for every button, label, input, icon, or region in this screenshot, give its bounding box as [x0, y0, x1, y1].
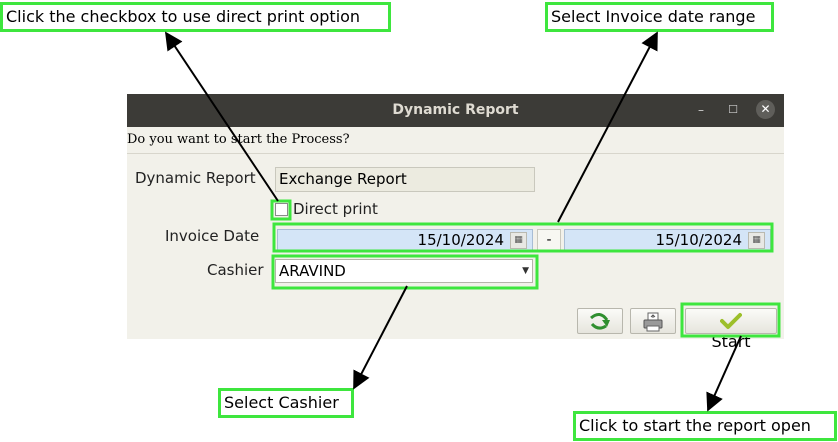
- refresh-button[interactable]: [577, 308, 623, 334]
- print-button[interactable]: [630, 308, 676, 334]
- close-icon[interactable]: ✕: [756, 100, 775, 119]
- divider: [127, 153, 784, 154]
- refresh-arrow-icon: [590, 313, 610, 330]
- dynamic-report-window: Dynamic Report – ☐ ✕ Do you want to star…: [127, 94, 784, 351]
- start-button[interactable]: Start: [685, 308, 777, 351]
- cashier-label: Cashier: [207, 261, 264, 279]
- date-from-value: 15/10/2024: [417, 231, 504, 249]
- calendar-from-icon[interactable]: ▦: [510, 232, 527, 249]
- report-label: Dynamic Report: [135, 169, 256, 187]
- title-bar: Dynamic Report – ☐ ✕: [127, 94, 784, 127]
- invoice-date-to-field[interactable]: 15/10/2024 ▦: [564, 229, 771, 252]
- invoice-date-label: Invoice Date: [165, 227, 260, 245]
- minimize-icon[interactable]: –: [693, 102, 709, 118]
- callout-direct-print: Click the checkbox to use direct print o…: [0, 2, 391, 32]
- maximize-icon[interactable]: ☐: [725, 102, 741, 118]
- date-separator: -: [537, 229, 561, 252]
- window-title: Dynamic Report: [392, 102, 519, 118]
- start-label: Start: [711, 332, 751, 351]
- cashier-value: ARAVIND: [279, 262, 346, 280]
- callout-cashier: Select Cashier: [218, 388, 354, 418]
- invoice-date-from-field[interactable]: 15/10/2024 ▦: [277, 229, 533, 252]
- calendar-to-icon[interactable]: ▦: [748, 232, 765, 249]
- cashier-select[interactable]: ARAVIND ▼: [275, 259, 533, 283]
- direct-print-checkbox[interactable]: [275, 203, 288, 216]
- chevron-down-icon[interactable]: ▼: [522, 260, 529, 282]
- direct-print-label[interactable]: Direct print: [293, 200, 378, 218]
- callout-start: Click to start the report open: [573, 411, 837, 441]
- date-to-value: 15/10/2024: [655, 231, 742, 249]
- printer-icon: [643, 312, 663, 332]
- process-prompt: Do you want to start the Process?: [127, 132, 350, 147]
- callout-invoice-date: Select Invoice date range: [545, 2, 774, 32]
- checkmark-icon: [720, 313, 742, 329]
- report-name-field: Exchange Report: [275, 167, 535, 192]
